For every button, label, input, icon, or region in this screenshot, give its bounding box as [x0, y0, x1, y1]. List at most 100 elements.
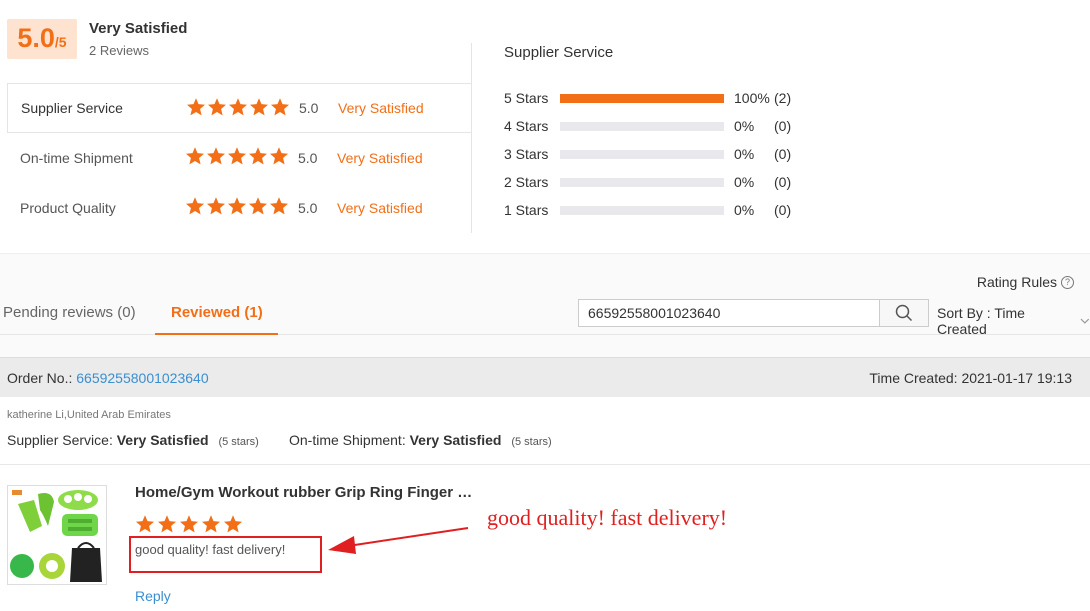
product-image [8, 486, 106, 584]
sort-label: Sort By : Time Created [937, 305, 1025, 337]
tab-pending-reviews[interactable]: Pending reviews (0) [3, 304, 136, 321]
rating-rules-link[interactable]: Rating Rules ? [977, 274, 1074, 290]
dimension-stars [185, 196, 289, 216]
star-icon [228, 147, 246, 165]
search-input[interactable] [579, 300, 879, 326]
star-icon [186, 147, 204, 165]
histogram-count: (0) [774, 118, 792, 134]
dimension-rating-text: Very Satisfied [338, 100, 424, 116]
histogram-bar-track [560, 149, 724, 159]
histogram-bar-track [560, 177, 724, 187]
order-number-label: Order No.: [7, 370, 73, 386]
sort-dropdown[interactable]: Sort By : Time Created [937, 305, 1090, 337]
shipment-rating: On-time Shipment: Very Satisfied (5 star… [289, 432, 552, 448]
dimension-row-supplier-service[interactable]: Supplier Service 5.0 Very Satisfied [7, 83, 471, 133]
star-icon [250, 98, 268, 116]
star-icon [228, 197, 246, 215]
dimension-rating-text: Very Satisfied [337, 150, 423, 166]
histogram-title: Supplier Service [504, 44, 614, 61]
histogram-star-label: 5 Stars [504, 90, 549, 106]
chevron-down-icon [1080, 318, 1090, 324]
histogram-star-label: 2 Stars [504, 174, 549, 190]
search-icon [895, 304, 913, 322]
supplier-service-stars: (5 stars) [218, 436, 259, 448]
histogram-star-label: 1 Stars [504, 202, 549, 218]
histogram-bar-track [560, 93, 724, 103]
product-thumbnail[interactable] [7, 485, 107, 585]
dimension-label: On-time Shipment [20, 150, 133, 166]
histogram-count: (2) [774, 90, 792, 106]
reply-link[interactable]: Reply [135, 588, 171, 604]
search-button[interactable] [879, 300, 928, 326]
dimension-row-on-time-shipment[interactable]: On-time Shipment 5.0 Very Satisfied [7, 133, 471, 183]
dimension-score: 5.0 [298, 200, 318, 216]
order-header: Order No.: 66592558001023640 Time Create… [0, 357, 1090, 397]
time-created: Time Created: 2021-01-17 19:13 [869, 370, 1072, 386]
star-icon [249, 147, 267, 165]
histogram-row: 2 Stars 0% (0) [504, 172, 791, 192]
order-number: Order No.: 66592558001023640 [7, 370, 209, 386]
dimension-label: Supplier Service [21, 100, 123, 116]
star-icon [229, 98, 247, 116]
order-number-link[interactable]: 66592558001023640 [76, 370, 208, 386]
star-icon [249, 197, 267, 215]
histogram-percent: 0% [734, 174, 755, 190]
annotation-arrow-icon [328, 527, 469, 554]
histogram-bar-track [560, 121, 724, 131]
supplier-service-value: Very Satisfied [116, 432, 209, 448]
histogram-row: 1 Stars 0% (0) [504, 200, 791, 220]
overall-score-badge: 5.0 /5 [7, 19, 77, 59]
supplier-service-label: Supplier Service: [7, 432, 113, 448]
product-title[interactable]: Home/Gym Workout rubber Grip Ring Finger… [135, 484, 480, 501]
tab-reviewed[interactable]: Reviewed (1) [171, 304, 263, 321]
histogram-percent: 0% [734, 146, 755, 162]
star-icon [270, 197, 288, 215]
order-divider [0, 464, 1090, 465]
dimension-stars [185, 146, 289, 166]
star-icon [208, 98, 226, 116]
overall-score: 5.0 [17, 23, 55, 53]
star-icon [136, 515, 154, 533]
star-icon [224, 515, 242, 533]
star-icon [207, 147, 225, 165]
product-review-stars [135, 514, 243, 534]
histogram-bar-track [560, 205, 724, 215]
dimension-stars [186, 97, 290, 117]
histogram-count: (0) [774, 202, 792, 218]
histogram-star-label: 4 Stars [504, 118, 549, 134]
shipment-value: Very Satisfied [409, 432, 502, 448]
histogram-row: 5 Stars 100% (2) [504, 88, 791, 108]
dimension-row-product-quality[interactable]: Product Quality 5.0 Very Satisfied [7, 183, 471, 233]
star-icon [202, 515, 220, 533]
histogram-count: (0) [774, 146, 792, 162]
dimension-label: Product Quality [20, 200, 116, 216]
question-icon: ? [1061, 275, 1074, 289]
buyer-info: katherine Li,United Arab Emirates [7, 409, 171, 421]
overall-rating-title: Very Satisfied [89, 20, 188, 37]
histogram-row: 4 Stars 0% (0) [504, 116, 791, 136]
overall-score-denominator: /5 [54, 34, 67, 50]
star-icon [186, 197, 204, 215]
annotation-text: good quality! fast delivery! [487, 505, 728, 530]
star-icon [270, 147, 288, 165]
histogram-bar [560, 93, 724, 103]
summary-divider [471, 43, 472, 233]
dimension-rating-text: Very Satisfied [337, 200, 423, 216]
histogram-percent: 100% [734, 90, 770, 106]
histogram-percent: 0% [734, 118, 755, 134]
annotation-highlight-box [129, 536, 322, 573]
rating-rules-label: Rating Rules [976, 274, 1057, 290]
histogram-count: (0) [774, 174, 792, 190]
review-count: 2 Reviews [89, 43, 149, 58]
dimension-score: 5.0 [298, 150, 318, 166]
dimension-score: 5.0 [299, 100, 319, 116]
star-icon [207, 197, 225, 215]
histogram-row: 3 Stars 0% (0) [504, 144, 791, 164]
star-icon [187, 98, 205, 116]
shipment-label: On-time Shipment: [289, 432, 406, 448]
star-icon [180, 515, 198, 533]
star-icon [158, 515, 176, 533]
order-search [578, 299, 929, 327]
supplier-service-rating: Supplier Service: Very Satisfied (5 star… [7, 432, 259, 448]
shipment-stars: (5 stars) [511, 436, 552, 448]
